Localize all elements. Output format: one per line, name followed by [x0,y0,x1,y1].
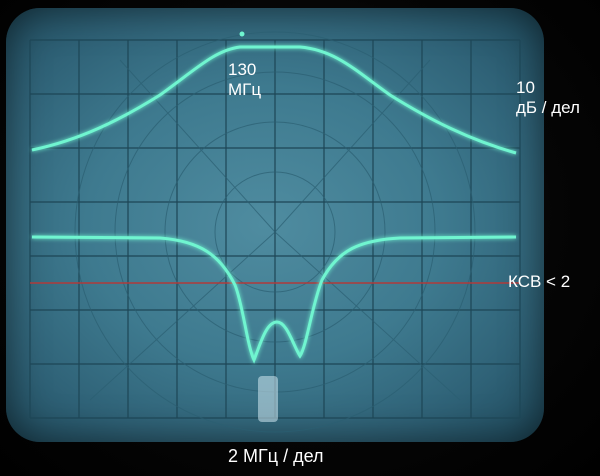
center-frequency-unit: МГц [228,80,262,99]
swr-threshold-label: КСВ < 2 [508,272,571,291]
horizontal-scale-label: 2 МГц / дел [228,446,324,466]
vertical-scale-unit: дБ / дел [516,98,580,117]
phosphor-glare [258,376,278,422]
vertical-scale-label: 10 дБ / дел [516,78,580,118]
graticule [29,39,521,419]
scope-display [29,31,521,433]
vertical-scale-value: 10 [516,78,535,97]
center-frequency-value: 130 [228,60,257,79]
center-frequency-label: 130 МГц [228,60,261,100]
marker-dot [239,31,245,37]
response-trace [31,45,517,155]
